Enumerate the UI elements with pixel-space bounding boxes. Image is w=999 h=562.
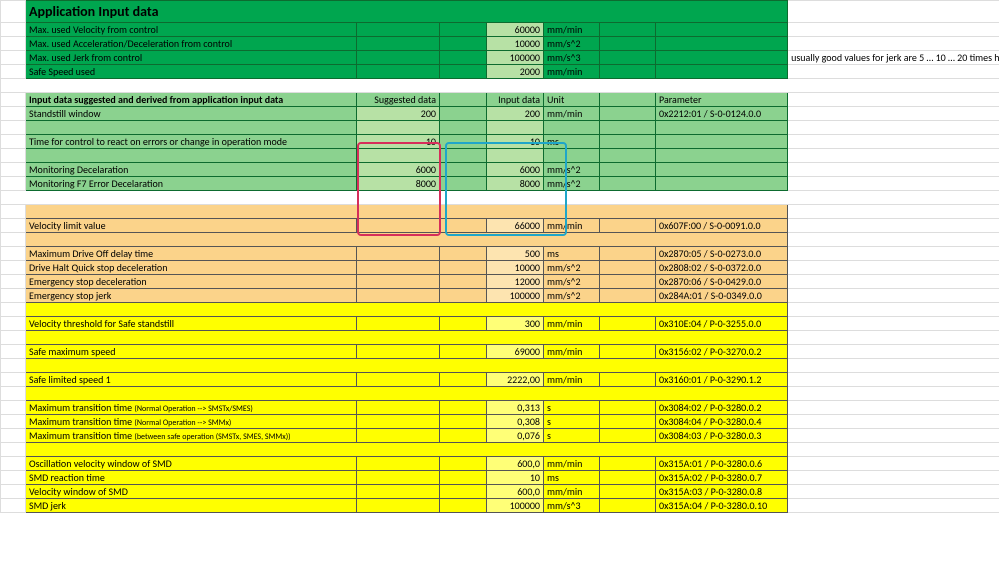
s2-head-unit: Unit: [544, 93, 600, 107]
s2-r0-param: 0x2212:01 / S-0-0124.0.0: [656, 107, 788, 121]
s1-row0-unit: mm/min: [544, 23, 600, 37]
yg3-r2-param: 0x3084:03 / P-0-3280.0.3: [656, 429, 788, 443]
yg1-r0-label: Safe maximum speed: [26, 345, 357, 359]
yg4-r2-param: 0x315A:03 / P-0-3280.0.8: [656, 485, 788, 499]
yg4-r1-unit: ms: [544, 471, 600, 485]
s2-r0-sugg: 200: [357, 107, 440, 121]
s2-r2-sugg: 10: [357, 135, 440, 149]
yg3-r0-value: 0,313: [487, 401, 544, 415]
yg3-r1-label: Maximum transition time (Normal Operatio…: [26, 415, 357, 429]
s3-g1-r1-param: 0x2808:02 / S-0-0372.0.0: [656, 261, 788, 275]
yg0-r0-label: Velocity threshold for Safe standstill: [26, 317, 357, 331]
yg2-r0-label: Safe limited speed 1: [26, 373, 357, 387]
yg1-r0-value: 69000: [487, 345, 544, 359]
yg4-r3-label: SMD jerk: [26, 499, 357, 513]
yg3-r2-label: Maximum transition time (between safe op…: [26, 429, 357, 443]
s2-r4-input[interactable]: 6000: [487, 163, 544, 177]
yg3-r1-unit: s: [544, 415, 600, 429]
s3-g0-r0-label: Velocity limit value: [26, 219, 357, 233]
yg0-r0-value: 300: [487, 317, 544, 331]
s2-r5-sugg: 8000: [357, 177, 440, 191]
s3-g1-r2-value: 12000: [487, 275, 544, 289]
s2-r5-label: Monitoring F7 Error Decelaration: [26, 177, 357, 191]
yg0-r0-param: 0x310E:04 / P-0-3255.0.0: [656, 317, 788, 331]
s2-r2-label: Time for control to react on errors or c…: [26, 135, 357, 149]
yg2-r0-value: 2222,00: [487, 373, 544, 387]
yg1-r0-unit: mm/min: [544, 345, 600, 359]
s3-g0-r0-value: 66000: [487, 219, 544, 233]
yg4-r2-unit: mm/min: [544, 485, 600, 499]
yg4-r0-param: 0x315A:01 / P-0-3280.0.6: [656, 457, 788, 471]
s3-g1-r1-unit: mm/s^2: [544, 261, 600, 275]
s2-head-param: Parameter: [656, 93, 788, 107]
s1-row2-unit: mm/s^3: [544, 51, 600, 65]
yg3-r2-value: 0,076: [487, 429, 544, 443]
s1-row3-label: Safe Speed used: [26, 65, 357, 79]
s2-r0-label: Standstill window: [26, 107, 357, 121]
s3-g1-r2-unit: mm/s^2: [544, 275, 600, 289]
s1-row2-label: Max. used Jerk from control: [26, 51, 357, 65]
yg4-r1-param: 0x315A:02 / P-0-3280.0.7: [656, 471, 788, 485]
s3-g0-r0-param: 0x607F:00 / S-0-0091.0.0: [656, 219, 788, 233]
s1-row1-value[interactable]: 10000: [487, 37, 544, 51]
yg4-r2-value: 600,0: [487, 485, 544, 499]
yg0-r0-unit: mm/min: [544, 317, 600, 331]
s3-g1-r0-param: 0x2870:05 / S-0-0273.0.0: [656, 247, 788, 261]
s2-r0-input[interactable]: 200: [487, 107, 544, 121]
yg3-r0-unit: s: [544, 401, 600, 415]
yg2-r0-param: 0x3160:01 / P-0-3290.1.2: [656, 373, 788, 387]
s3-g1-r0-value: 500: [487, 247, 544, 261]
s3-g0-r0-unit: mm/min: [544, 219, 600, 233]
yg3-r1-param: 0x3084:04 / P-0-3280.0.4: [656, 415, 788, 429]
yg4-r3-value: 100000: [487, 499, 544, 513]
s2-r0-unit: mm/min: [544, 107, 600, 121]
yg4-r1-label: SMD reaction time: [26, 471, 357, 485]
s1-row1-unit: mm/s^2: [544, 37, 600, 51]
s2-r5-unit: mm/s^2: [544, 177, 600, 191]
s3-g1-r0-label: Maximum Drive Off delay time: [26, 247, 357, 261]
s2-head-input: Input data: [487, 93, 544, 107]
spreadsheet-root: Application Input data Max. used Velocit…: [0, 0, 999, 513]
s1-row1-label: Max. used Acceleration/Deceleration from…: [26, 37, 357, 51]
yg3-r1-value: 0,308: [487, 415, 544, 429]
s2-head-label: Input data suggested and derived from ap…: [26, 93, 357, 107]
s3-g1-r3-label: Emergency stop jerk: [26, 289, 357, 303]
yg4-r1-value: 10: [487, 471, 544, 485]
s2-r2-unit: ms: [544, 135, 600, 149]
yg1-r0-param: 0x3156:02 / P-0-3270.0.2: [656, 345, 788, 359]
s2-r4-unit: mm/s^2: [544, 163, 600, 177]
yg4-r2-label: Velocity window of SMD: [26, 485, 357, 499]
s3-g1-r3-param: 0x284A:01 / S-0-0349.0.0: [656, 289, 788, 303]
s3-g1-r3-unit: mm/s^2: [544, 289, 600, 303]
yg4-r0-value: 600,0: [487, 457, 544, 471]
s2-r4-sugg: 6000: [357, 163, 440, 177]
s3-g1-r2-label: Emergency stop deceleration: [26, 275, 357, 289]
s1-row3-unit: mm/min: [544, 65, 600, 79]
s1-row3-value[interactable]: 2000: [487, 65, 544, 79]
yg4-r3-param: 0x315A:04 / P-0-3280.0.10: [656, 499, 788, 513]
yg3-r0-param: 0x3084:02 / P-0-3280.0.2: [656, 401, 788, 415]
s3-g1-r0-unit: ms: [544, 247, 600, 261]
s3-g1-r2-param: 0x2870:06 / S-0-0429.0.0: [656, 275, 788, 289]
yg3-r0-label: Maximum transition time (Normal Operatio…: [26, 401, 357, 415]
s2-head-sugg: Suggested data: [357, 93, 440, 107]
s1-row0-value[interactable]: 60000: [487, 23, 544, 37]
s2-r5-input[interactable]: 8000: [487, 177, 544, 191]
yg3-r2-unit: s: [544, 429, 600, 443]
yg4-r0-unit: mm/min: [544, 457, 600, 471]
s1-row0-label: Max. used Velocity from control: [26, 23, 357, 37]
yg2-r0-unit: mm/min: [544, 373, 600, 387]
s3-g1-r3-value: 100000: [487, 289, 544, 303]
s1-row2-note: usually good values for jerk are 5 … 10 …: [788, 51, 999, 65]
s3-g1-r1-value: 10000: [487, 261, 544, 275]
s1-row2-value[interactable]: 100000: [487, 51, 544, 65]
yg4-r3-unit: mm/s^3: [544, 499, 600, 513]
s2-r2-input[interactable]: 10: [487, 135, 544, 149]
s3-g1-r1-label: Drive Halt Quick stop deceleration: [26, 261, 357, 275]
spreadsheet-grid[interactable]: Application Input data Max. used Velocit…: [0, 0, 999, 513]
s2-r4-label: Monitoring Decelaration: [26, 163, 357, 177]
section1-title: Application Input data: [26, 1, 788, 23]
yg4-r0-label: Oscillation velocity window of SMD: [26, 457, 357, 471]
